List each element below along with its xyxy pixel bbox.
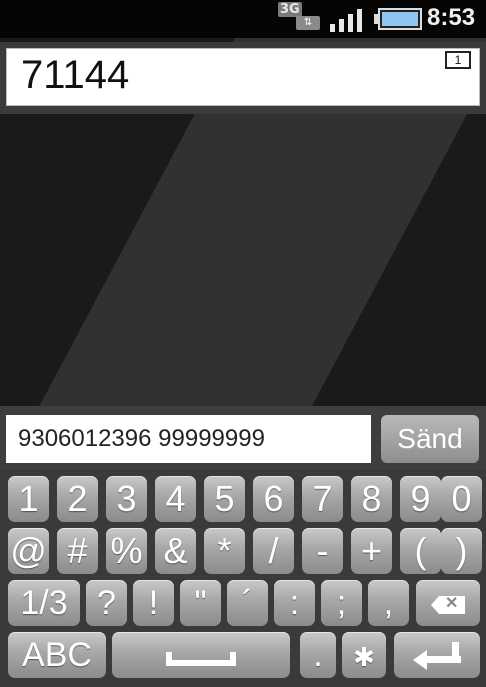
key-plus[interactable]: +: [351, 528, 392, 574]
key-comma[interactable]: ,: [368, 580, 409, 626]
key-2[interactable]: 2: [57, 476, 98, 522]
key-5[interactable]: 5: [204, 476, 245, 522]
key-4[interactable]: 4: [155, 476, 196, 522]
network-type-label: 3G: [278, 2, 302, 17]
key-at[interactable]: @: [8, 528, 49, 574]
signal-bars-icon: [330, 8, 370, 32]
key-open-paren[interactable]: (: [400, 528, 441, 574]
key-minus[interactable]: -: [302, 528, 343, 574]
message-input[interactable]: [6, 415, 371, 463]
abc-mode-button[interactable]: ABC: [8, 632, 106, 678]
key-9[interactable]: 9: [400, 476, 441, 522]
status-bar: 3G ⇅ 8:53: [0, 0, 486, 38]
key-8[interactable]: 8: [351, 476, 392, 522]
key-colon[interactable]: :: [274, 580, 315, 626]
key-0[interactable]: 0: [441, 476, 482, 522]
battery-icon: [374, 8, 422, 30]
key-ampersand[interactable]: &: [155, 528, 196, 574]
gear-icon: ✱: [353, 642, 375, 672]
key-6[interactable]: 6: [253, 476, 294, 522]
key-period[interactable]: .: [300, 632, 336, 678]
key-exclamation[interactable]: !: [133, 580, 174, 626]
network-3g-icon: 3G ⇅: [278, 2, 324, 32]
key-hash[interactable]: #: [57, 528, 98, 574]
backspace-button[interactable]: ✕: [416, 580, 480, 626]
key-acute[interactable]: ´: [227, 580, 268, 626]
recipient-number-field[interactable]: 71144 1: [6, 48, 480, 106]
keyboard: 1 2 3 4 5 6 7 8 9 0 @ # % & * / - + ( ) …: [0, 470, 486, 687]
space-icon: [166, 652, 236, 666]
data-arrows-icon: ⇅: [296, 16, 320, 30]
space-key[interactable]: [112, 632, 290, 678]
key-7[interactable]: 7: [302, 476, 343, 522]
key-page-toggle[interactable]: 1/3: [8, 580, 80, 626]
recipient-number: 71144: [21, 53, 130, 97]
key-3[interactable]: 3: [106, 476, 147, 522]
key-slash[interactable]: /: [253, 528, 294, 574]
key-quote[interactable]: ": [180, 580, 221, 626]
key-percent[interactable]: %: [106, 528, 147, 574]
key-semicolon[interactable]: ;: [321, 580, 362, 626]
message-composer: Sänd: [0, 406, 486, 470]
recipient-count-badge: 1: [445, 51, 471, 69]
enter-key[interactable]: [394, 632, 480, 678]
clock: 8:53: [427, 4, 476, 31]
key-1[interactable]: 1: [8, 476, 49, 522]
key-question[interactable]: ?: [86, 580, 127, 626]
key-close-paren[interactable]: ): [441, 528, 482, 574]
enter-icon: [413, 642, 461, 670]
key-asterisk[interactable]: *: [204, 528, 245, 574]
send-button[interactable]: Sänd: [381, 415, 479, 463]
battery-level-fill: [382, 12, 418, 26]
recipient-panel: 71144 1: [0, 42, 486, 114]
settings-key[interactable]: ✱: [342, 632, 386, 678]
backspace-icon: ✕: [431, 595, 465, 614]
